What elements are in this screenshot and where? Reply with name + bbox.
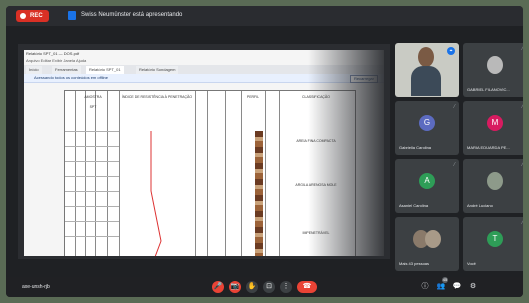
raise-hand-button[interactable]: ✋	[246, 281, 258, 293]
recording-label: REC	[30, 13, 43, 19]
participant-name: Você	[467, 261, 476, 266]
participant-tile[interactable]: M ⁄ MARIA EDUARDA PE...	[463, 101, 523, 155]
stage-shadow	[308, 44, 390, 259]
presenter-video	[411, 47, 441, 96]
meet-bottom-bar: axe-unsh-rjb 🎤 📷 ✋ ⊡ ⋮ ☎ ⓘ 👥 45 💬 ⚙	[6, 277, 523, 297]
mic-off-icon: ⁄	[522, 46, 523, 52]
resistance-curve	[150, 131, 162, 256]
present-button[interactable]: ⊡	[263, 281, 275, 293]
document-tab-active: Relatório SPT_01	[86, 66, 124, 74]
chat-icon[interactable]: 💬	[452, 282, 462, 292]
participant-tile-self[interactable]: T ⁄ Você	[463, 217, 523, 271]
info-icon[interactable]: ⓘ	[420, 282, 430, 292]
participant-name: GABRIEL FILANOVIC...	[467, 87, 510, 92]
soil-profile-column	[255, 131, 263, 256]
hang-up-button[interactable]: ☎	[297, 281, 317, 293]
meet-top-bar: REC Swiss Neumünster está apresentando	[6, 6, 523, 26]
activities-icon[interactable]: ⚙	[468, 282, 478, 292]
more-options-button[interactable]: ⋮	[280, 281, 292, 293]
participant-avatar: T	[487, 231, 503, 247]
participant-tile[interactable]: G ⁄ Gabriella Carolina	[395, 101, 459, 155]
mic-toggle-button[interactable]: 🎤	[212, 281, 224, 293]
participant-name: Mais 43 pessoas	[399, 261, 430, 266]
participant-photo	[487, 172, 503, 190]
presenting-text: Swiss Neumünster está apresentando	[81, 12, 183, 18]
participant-group-photo	[425, 230, 441, 248]
mic-off-icon: ⁄	[454, 162, 455, 168]
monitor-screen: REC Swiss Neumünster está apresentando R…	[6, 6, 523, 297]
participant-tile[interactable]: A ⁄ Asaniel Carolina	[395, 159, 459, 213]
presenting-icon	[68, 11, 76, 20]
participant-count-badge: 45	[442, 277, 448, 283]
pin-icon[interactable]: ⌖	[447, 47, 455, 55]
participant-photo	[487, 56, 503, 74]
people-icon[interactable]: 👥	[436, 282, 446, 292]
participant-name: MARIA EDUARDA PE...	[467, 145, 510, 150]
participant-name: Gabriella Carolina	[399, 145, 432, 150]
recording-dot-icon	[20, 13, 26, 19]
mic-off-icon: ⁄	[522, 162, 523, 168]
document-notice-text: Acessando todos os conteúdos em offline	[34, 75, 108, 80]
participant-avatar: M	[487, 115, 503, 131]
sheet-heading-resistance: ÍNDICE DE RESISTÊNCIA À PENETRAÇÃO	[121, 95, 193, 99]
sheet-heading-sample: AMOSTRA	[84, 95, 102, 99]
document-tab: Ferramentas	[52, 66, 81, 74]
participant-avatar: G	[419, 115, 435, 131]
mic-off-icon: ⁄	[522, 104, 523, 110]
document-tab: Relatório Sondagem	[136, 66, 179, 74]
participant-avatar: A	[419, 173, 435, 189]
document-tab: Início	[26, 66, 42, 74]
sheet-heading-profile: PERFIL	[246, 95, 260, 99]
participant-name: Asaniel Carolina	[399, 203, 429, 208]
recording-badge: REC	[16, 10, 49, 22]
participant-name: André Luciano	[467, 203, 493, 208]
camera-toggle-button[interactable]: 📷	[229, 281, 241, 293]
mic-off-icon: ⁄	[454, 104, 455, 110]
mic-off-icon: ⁄	[522, 220, 523, 226]
document-title: Relatório SPT_01 — DOS.pdf	[26, 51, 80, 56]
meeting-code: axe-unsh-rjb	[22, 284, 50, 290]
shared-screen: Relatório SPT_01 — DOS.pdf Arquivo Edita…	[18, 44, 390, 259]
document-menu: Arquivo Editar Exibir Janela Ajuda	[26, 58, 87, 63]
sheet-heading-spt: SPT	[89, 105, 97, 109]
participant-tile-presenter[interactable]: ⌖	[395, 43, 459, 97]
participant-tile-more[interactable]: Mais 43 pessoas	[395, 217, 459, 271]
participant-tile[interactable]: ⁄ GABRIEL FILANOVIC...	[463, 43, 523, 97]
participant-tile[interactable]: ⁄ André Luciano	[463, 159, 523, 213]
